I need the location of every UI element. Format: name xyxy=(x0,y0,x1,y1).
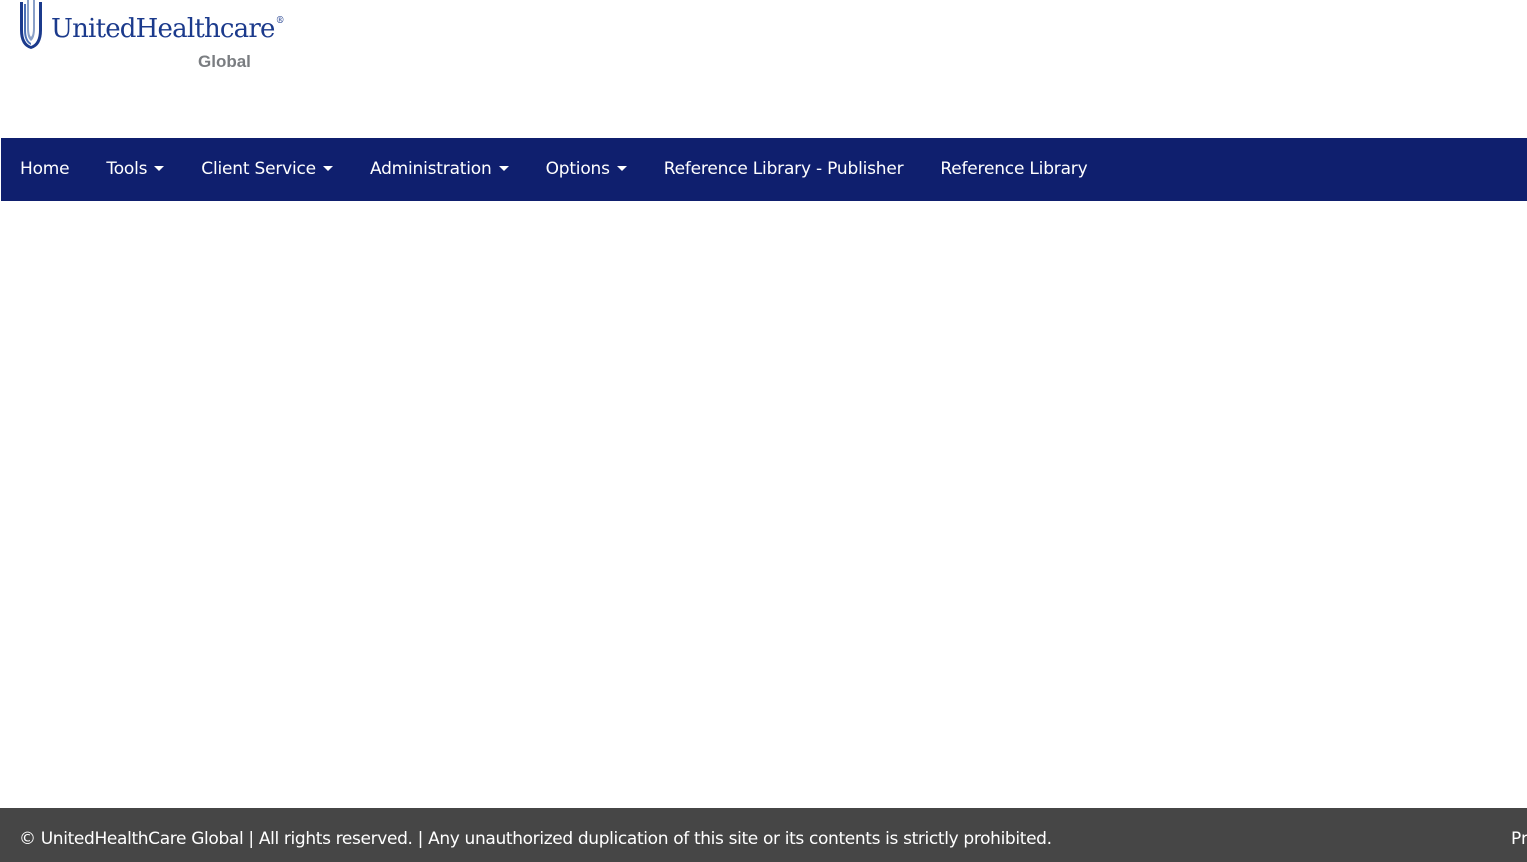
footer: © UnitedHealthCare Global | All rights r… xyxy=(0,808,1527,862)
nav-item-client-service[interactable]: Client Service xyxy=(183,138,352,201)
caret-down-icon xyxy=(322,165,333,171)
caret-down-icon xyxy=(498,165,509,171)
nav-item-options[interactable]: Options xyxy=(527,138,645,201)
nav-item-administration[interactable]: Administration xyxy=(351,138,527,201)
caret-down-icon xyxy=(616,165,627,171)
brand-name: UnitedHealthcare® xyxy=(51,14,285,44)
footer-link[interactable]: Pr xyxy=(1511,808,1527,862)
header: UnitedHealthcare® Global xyxy=(0,0,1527,137)
brand-logo[interactable]: UnitedHealthcare® Global xyxy=(18,0,285,75)
logo-shield-icon xyxy=(20,0,42,49)
main-navbar: Home Tools Client Service Administration… xyxy=(1,138,1527,201)
nav-item-home[interactable]: Home xyxy=(1,138,88,201)
nav-item-tools[interactable]: Tools xyxy=(88,138,183,201)
nav-item-reference-library-publisher[interactable]: Reference Library - Publisher xyxy=(645,138,922,201)
page: UnitedHealthcare® Global Home Tools Clie… xyxy=(0,0,1527,862)
footer-copyright: © UnitedHealthCare Global | All rights r… xyxy=(19,829,1052,849)
caret-down-icon xyxy=(154,165,165,171)
brand-subtitle: Global xyxy=(198,52,251,71)
nav-item-reference-library[interactable]: Reference Library xyxy=(922,138,1106,201)
